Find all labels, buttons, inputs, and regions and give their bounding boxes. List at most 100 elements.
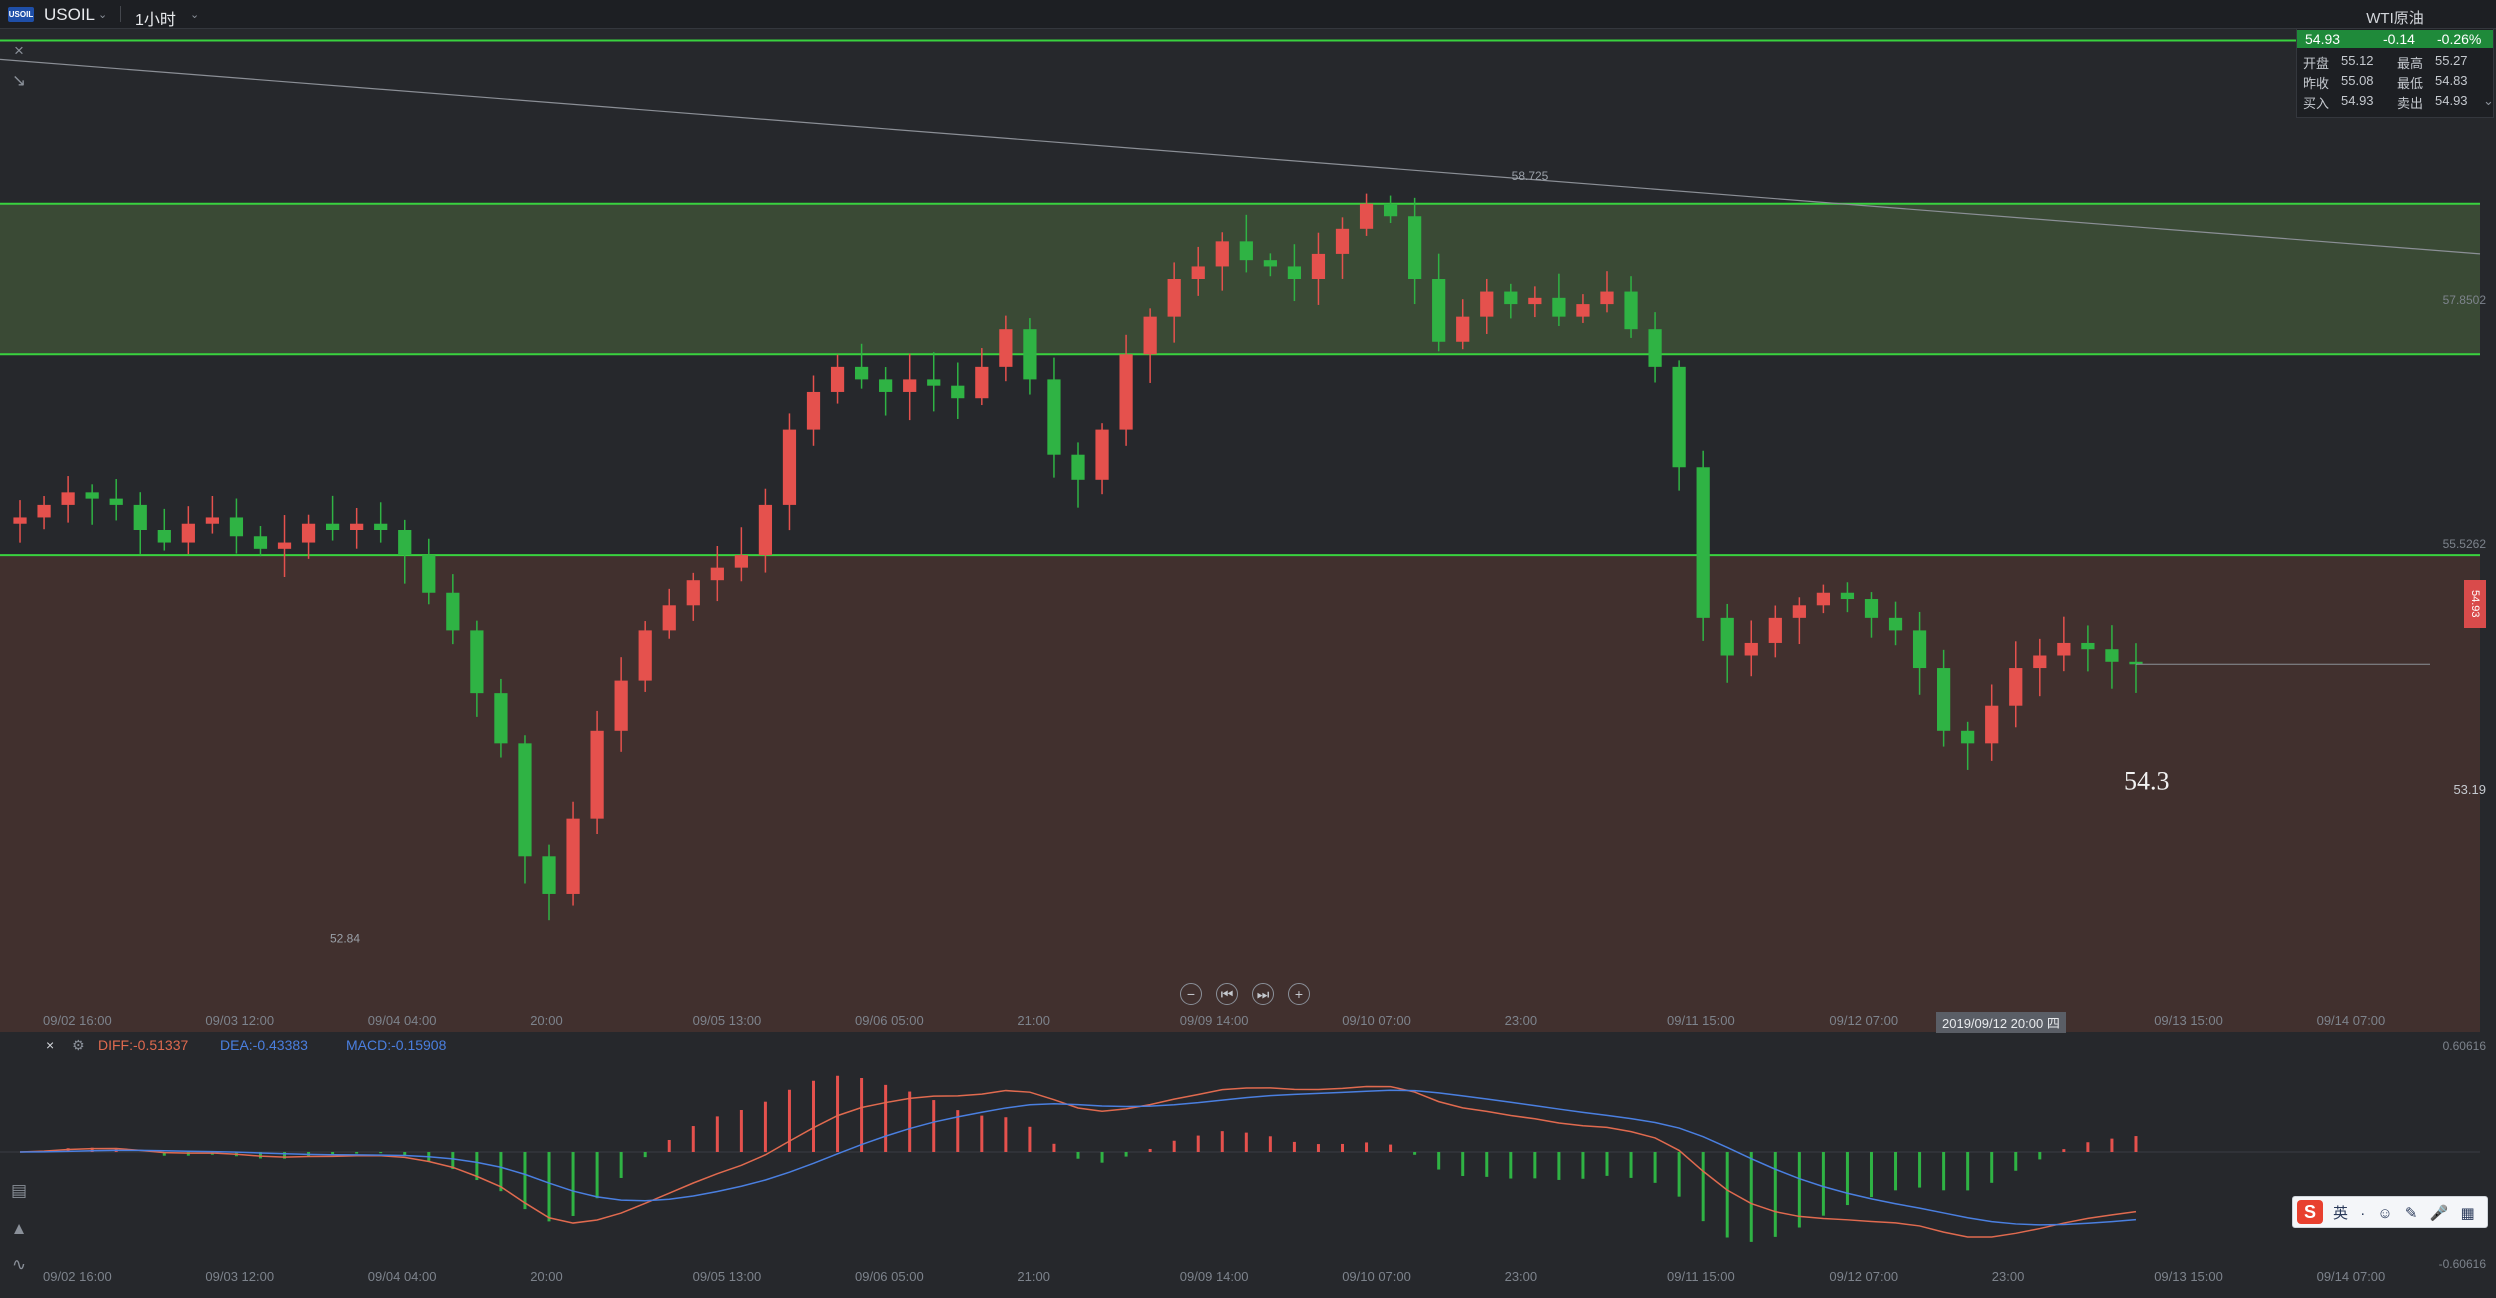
time-axis-label: 09/10 07:00 xyxy=(1342,1013,1411,1028)
ime-logo-icon[interactable]: S xyxy=(2297,1200,2323,1224)
macd-time-label: 09/10 07:00 xyxy=(1342,1269,1411,1284)
candle xyxy=(975,348,989,406)
candle xyxy=(830,354,845,404)
collapse-icon[interactable]: ↘ xyxy=(8,70,30,92)
candle xyxy=(806,375,821,446)
candle xyxy=(229,498,244,554)
diff-line xyxy=(19,1085,2137,1238)
time-axis-label: 09/03 12:00 xyxy=(205,1013,275,1028)
time-axis-label: 09/09 14:00 xyxy=(1179,1013,1249,1028)
price-chart[interactable]: 58.725 52.84 54.3 57.8502 55.5262 53.19 xyxy=(0,28,2496,1032)
candle xyxy=(374,502,388,543)
price-change: -0.14 xyxy=(2383,31,2415,47)
candle xyxy=(1672,360,1686,491)
candle xyxy=(1696,450,1710,641)
macd-chart[interactable]: 0.60616 -0.60616 xyxy=(0,1034,2496,1298)
chart-type-icon[interactable]: ▤ xyxy=(8,1180,30,1202)
candle xyxy=(157,508,171,551)
time-axis-label: 20:00 xyxy=(530,1013,563,1028)
price-scale-label: 55.5262 xyxy=(2443,537,2487,551)
candle xyxy=(133,492,147,554)
time-axis-label: 09/05 13:00 xyxy=(692,1013,762,1028)
macd-time-label: 09/06 05:00 xyxy=(855,1269,924,1284)
high-marker: 58.725 xyxy=(1512,169,1549,183)
scroll-end-button[interactable]: ⏭ xyxy=(1252,983,1274,1005)
macd-time-label: 09/11 15:00 xyxy=(1667,1269,1735,1284)
time-axis-label: 09/12 07:00 xyxy=(1829,1013,1899,1028)
candle xyxy=(37,496,51,530)
period-selector[interactable]: 1小时 xyxy=(135,6,176,30)
candle xyxy=(350,507,364,549)
macd-time-label: 09/03 12:00 xyxy=(205,1269,275,1284)
support-label: 54.3 xyxy=(2124,766,2170,795)
quote-panel: WTI原油 54.93 -0.14 -0.26% 开盘 55.12 最高 55.… xyxy=(2296,10,2494,118)
scroll-start-button[interactable]: ⏮ xyxy=(1216,983,1238,1005)
time-axis-label: 09/11 15:00 xyxy=(1667,1013,1735,1028)
candle xyxy=(13,500,27,543)
time-axis-label: 09/04 04:00 xyxy=(367,1013,437,1028)
chevron-down-icon[interactable]: ⌄ xyxy=(190,8,199,21)
crosshair-time-label: 2019/09/12 20:00 四 xyxy=(1936,1012,2066,1033)
candle xyxy=(325,495,340,541)
toolbar-divider xyxy=(120,6,121,22)
time-axis-label: 09/02 16:00 xyxy=(43,1013,112,1028)
price-zone xyxy=(0,555,2480,1032)
macd-time-label: 09/04 04:00 xyxy=(367,1269,437,1284)
drawing-tool-icon[interactable]: ▲ xyxy=(8,1218,30,1240)
quote-row-bidask: 买入 54.93 卖出 54.93 ⌄ xyxy=(2303,93,2494,111)
quote-price-row: 54.93 -0.14 -0.26% xyxy=(2297,30,2493,48)
macd-time-label: 09/02 16:00 xyxy=(43,1269,112,1284)
candle xyxy=(1143,308,1157,383)
candle xyxy=(879,367,893,416)
candle xyxy=(85,484,99,525)
candle xyxy=(205,495,219,534)
zoom-in-button[interactable]: + xyxy=(1288,983,1310,1005)
price-zone xyxy=(0,203,2480,355)
ime-toolbar[interactable]: S 英 · ☺ ✎ 🎤 ▦ xyxy=(2292,1196,2488,1228)
candle xyxy=(903,353,917,421)
chevron-down-icon[interactable]: ⌄ xyxy=(2483,93,2494,109)
macd-time-label: 23:00 xyxy=(1991,1269,2025,1284)
price-scale-label: 53.19 xyxy=(2453,782,2486,797)
candle xyxy=(1047,357,1061,478)
last-price: 54.93 xyxy=(2305,31,2341,47)
time-axis-label: 09/13 15:00 xyxy=(2154,1013,2223,1028)
ime-punct-toggle[interactable]: · xyxy=(2360,1205,2365,1222)
microphone-icon[interactable]: 🎤 xyxy=(2430,1205,2449,1222)
quote-title: WTI原油 xyxy=(2366,10,2424,27)
time-axis-label: 21:00 xyxy=(1017,1013,1050,1028)
toolbar: USOIL USOIL ⌄ 1小时 ⌄ xyxy=(0,0,2496,29)
macd-scale-bottom: -0.60616 xyxy=(2439,1257,2487,1271)
close-icon[interactable]: × xyxy=(8,40,30,62)
symbol-selector[interactable]: USOIL xyxy=(44,5,95,25)
indicator-icon[interactable]: ∿ xyxy=(8,1254,30,1276)
macd-time-label: 09/09 14:00 xyxy=(1179,1269,1249,1284)
macd-time-label: 20:00 xyxy=(530,1269,563,1284)
price-scale-label: 57.8502 xyxy=(2443,293,2487,307)
current-price-tag: 54.93 xyxy=(2464,580,2486,628)
candle xyxy=(61,476,75,523)
pen-icon[interactable]: ✎ xyxy=(2405,1205,2418,1222)
quote-row-open: 开盘 55.12 最高 55.27 xyxy=(2303,53,2468,71)
ime-lang-toggle[interactable]: 英 xyxy=(2333,1205,2348,1222)
candle xyxy=(181,506,195,555)
emoji-icon[interactable]: ☺ xyxy=(2377,1205,2392,1222)
ime-items: 英 · ☺ ✎ 🎤 ▦ xyxy=(2333,1202,2483,1223)
candle xyxy=(1095,423,1109,495)
symbol-logo: USOIL xyxy=(8,7,34,22)
candle xyxy=(1071,442,1085,508)
chevron-down-icon[interactable]: ⌄ xyxy=(98,8,107,21)
macd-scale-top: 0.60616 xyxy=(2443,1039,2487,1053)
macd-time-label: 21:00 xyxy=(1017,1269,1050,1284)
macd-time-label: 09/14 07:00 xyxy=(2316,1269,2386,1284)
low-marker: 52.84 xyxy=(330,932,360,946)
grid-icon[interactable]: ▦ xyxy=(2460,1205,2474,1222)
time-axis-label: 09/14 07:00 xyxy=(2316,1013,2386,1028)
candle xyxy=(1023,318,1037,395)
zoom-out-button[interactable]: − xyxy=(1180,983,1202,1005)
macd-time-label: 09/12 07:00 xyxy=(1829,1269,1899,1284)
time-axis-label: 09/06 05:00 xyxy=(855,1013,924,1028)
macd-time-label: 09/05 13:00 xyxy=(692,1269,762,1284)
price-change-pct: -0.26% xyxy=(2437,31,2482,47)
quote-row-close: 昨收 55.08 最低 54.83 xyxy=(2303,73,2468,91)
